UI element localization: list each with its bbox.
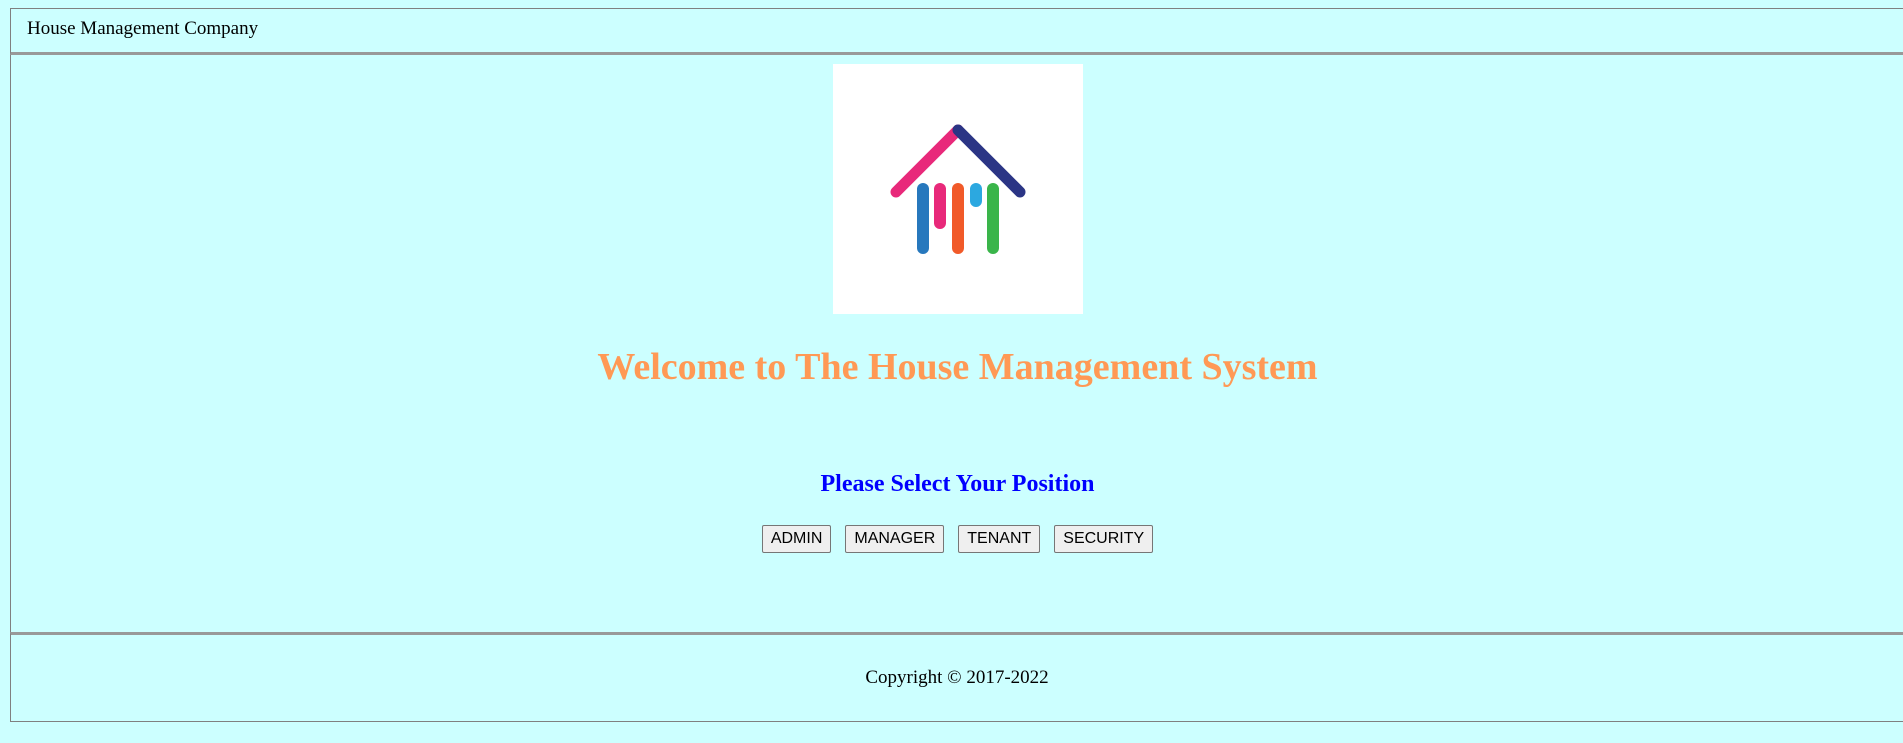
footer-bar: Copyright © 2017-2022 xyxy=(10,632,1903,722)
tenant-button[interactable]: TENANT xyxy=(958,525,1041,553)
admin-button[interactable]: ADMIN xyxy=(761,525,832,553)
select-position-heading: Please Select Your Position xyxy=(820,471,1095,497)
logo xyxy=(833,64,1083,314)
header-bar: House Management Company xyxy=(10,8,1903,55)
main-content: Welcome to The House Management System P… xyxy=(10,55,1903,635)
security-button[interactable]: SECURITY xyxy=(1054,525,1154,553)
house-logo-icon xyxy=(890,124,1026,254)
welcome-heading: Welcome to The House Management System xyxy=(597,346,1318,388)
manager-button[interactable]: MANAGER xyxy=(845,525,945,553)
position-buttons: ADMIN MANAGER TENANT SECURITY xyxy=(11,525,1903,553)
company-name: House Management Company xyxy=(27,18,259,39)
copyright-text: Copyright © 2017-2022 xyxy=(865,667,1049,688)
